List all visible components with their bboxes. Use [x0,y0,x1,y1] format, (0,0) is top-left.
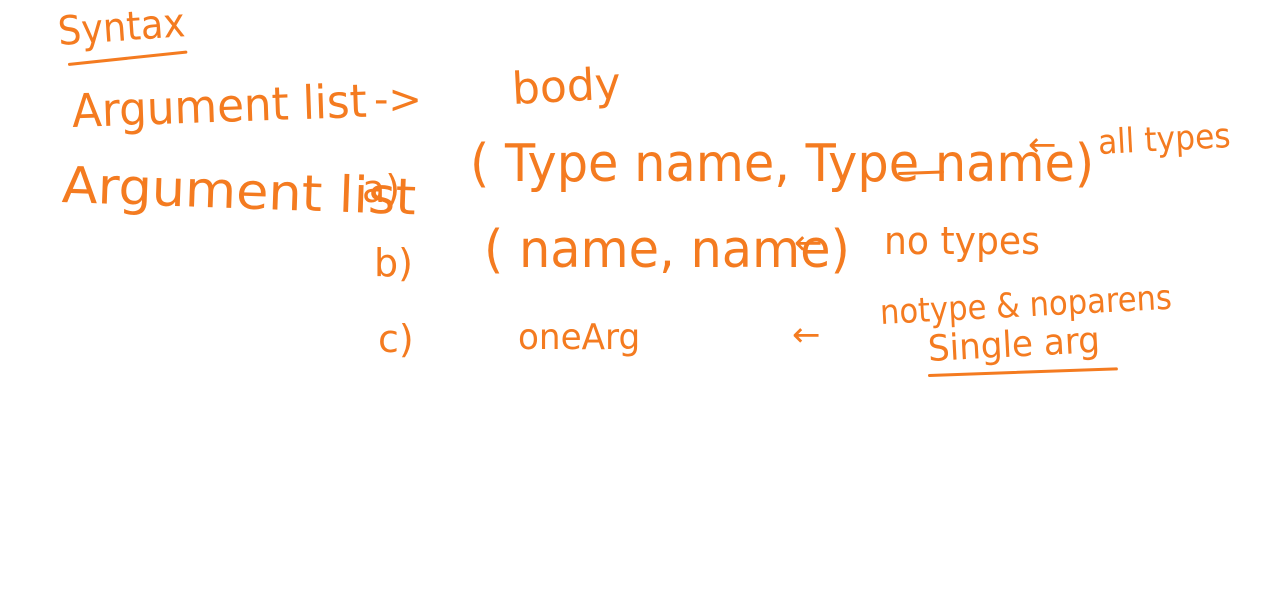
form-c-note-line2: Single arg [926,320,1101,370]
form-c-note-line1: notype & noparens [878,277,1173,333]
form-a-note: all types [1096,116,1232,163]
heading-syntax: Syntax [56,0,187,55]
rule-lhs: Argument list [71,73,368,138]
whiteboard-canvas: Syntax Argument list -> body Argument li… [0,0,1268,590]
form-c-label: c) [378,317,414,361]
form-c-code: oneArg [518,317,641,358]
form-b-arrow: ← [794,223,823,263]
form-c-arrow: ← [792,315,821,355]
form-b-label: b) [374,241,413,285]
form-a-label: a) [362,167,401,211]
form-b-note: no types [884,219,1040,263]
single-arg-underline [927,367,1118,377]
form-a-arrow: ← [1028,125,1057,165]
form-a-code: ( Type name, Type name) [470,134,1095,194]
rule-rhs: body [510,58,622,115]
rule-arrow: -> [374,77,422,123]
